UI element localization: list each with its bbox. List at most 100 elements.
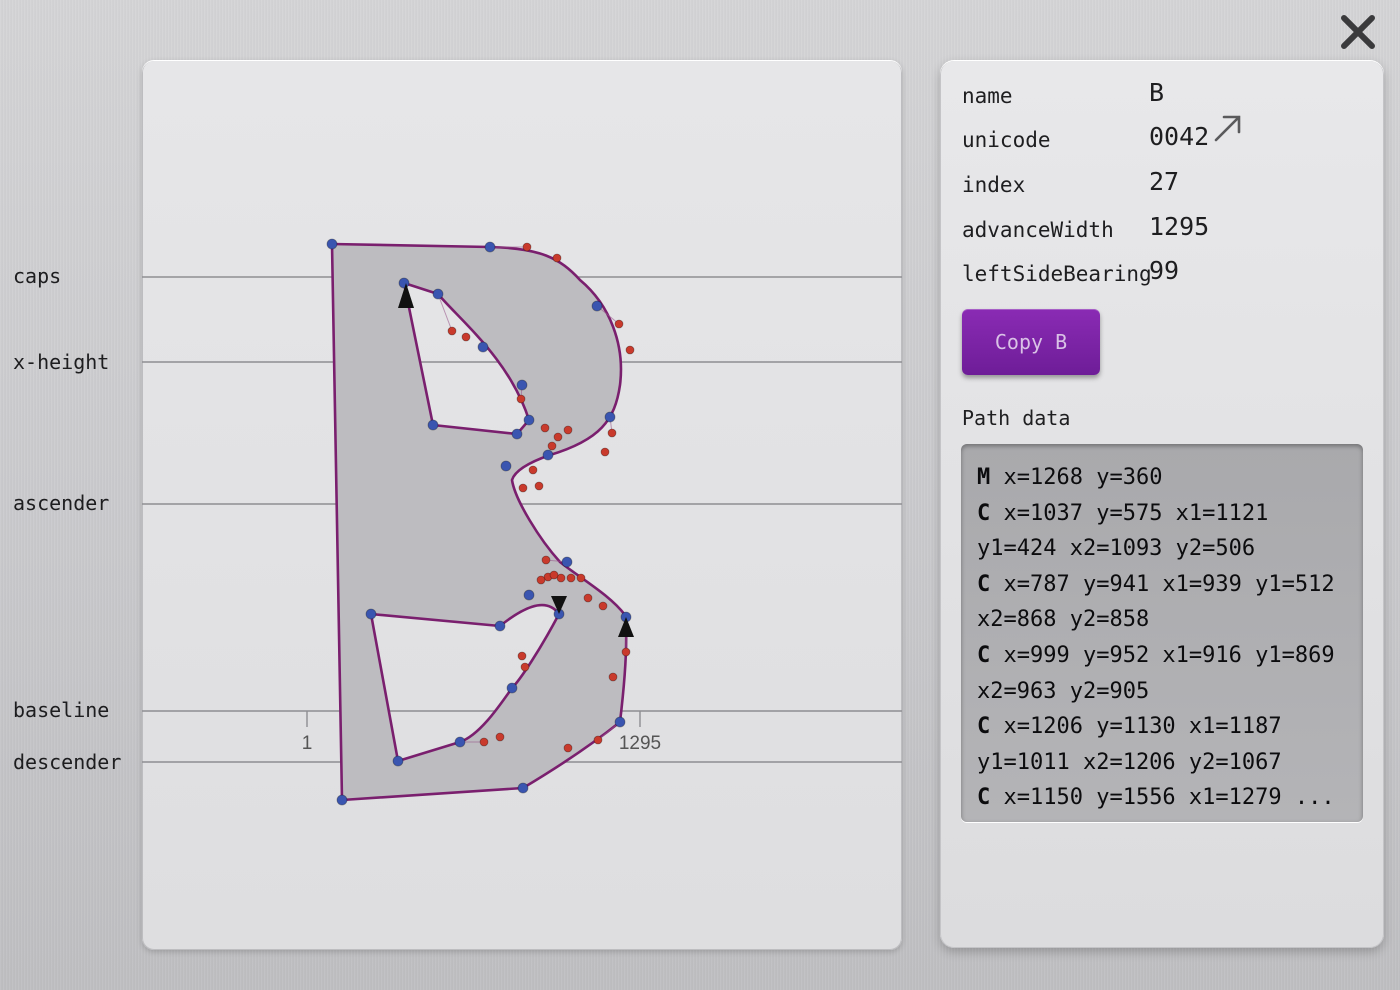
off-curve-point[interactable] [625,345,635,355]
off-curve-point[interactable] [461,332,471,342]
off-curve-point[interactable] [517,651,527,661]
off-curve-point[interactable] [547,441,557,451]
off-curve-point[interactable] [566,573,576,583]
close-icon [1341,15,1375,49]
path-args: x=999 y=952 x1=916 y1=869 [990,642,1335,668]
path-data-line: y1=424 x2=1093 y2=506 [977,531,1357,567]
path-data-line: C x=1150 y=1556 x1=1279 ... [977,780,1357,816]
off-curve-point[interactable] [495,732,505,742]
left-side-bearing-row: leftSideBearing 99 [962,256,1362,286]
off-curve-point[interactable] [600,447,610,457]
guide-label-caps: caps [13,264,62,288]
path-data-line: C x=787 y=941 x1=939 y1=512 [977,567,1357,603]
path-data-line: C x=1206 y=1130 x1=1187 [977,709,1357,745]
arrow-up-right-icon [1214,115,1241,142]
unicode-label: unicode [962,128,1051,152]
unicode-value: 0042 [1149,122,1210,151]
off-curve-point[interactable] [541,555,551,565]
path-command: C [977,571,991,597]
off-curve-point[interactable] [536,575,546,585]
off-curve-point[interactable] [576,573,586,583]
path-command: C [977,714,991,740]
on-curve-point[interactable] [561,556,573,568]
off-curve-point[interactable] [563,425,573,435]
path-args: y1=1011 x2=1206 y2=1067 [977,749,1282,775]
off-curve-point[interactable] [549,570,559,580]
path-data-heading: Path data [962,406,1071,430]
off-curve-point[interactable] [534,481,544,491]
glyph-outline-view[interactable]: 1 1295 [142,60,902,950]
on-curve-point[interactable] [614,716,626,728]
glyph-info-panel: name B unicode 0042 index 27 advanceWidt… [940,60,1384,948]
on-curve-point[interactable] [511,428,523,440]
off-curve-point[interactable] [608,672,618,682]
off-curve-point[interactable] [598,601,608,611]
on-curve-point[interactable] [516,379,528,391]
path-data-line: x2=868 y2=858 [977,602,1357,638]
advance-width-row: advanceWidth 1295 [962,212,1362,242]
name-value: B [1149,78,1165,107]
path-command: C [977,642,991,668]
path-command: C [977,500,991,526]
path-args: x=1150 y=1556 x1=1279 ... [990,785,1335,811]
path-args: x=1037 y=575 x1=1121 [990,500,1269,526]
on-curve-point[interactable] [500,460,512,472]
on-curve-point[interactable] [494,620,506,632]
off-curve-point[interactable] [540,423,550,433]
on-curve-point[interactable] [477,341,489,353]
on-curve-point[interactable] [517,782,529,794]
advance-width-value: 1295 [1149,212,1210,241]
guide-label-ascender: ascender [13,491,110,515]
index-value: 27 [1149,167,1180,196]
copy-glyph-button[interactable]: Copy B [962,309,1100,375]
off-curve-point[interactable] [528,465,538,475]
path-command: C [977,785,991,811]
off-curve-point[interactable] [583,593,593,603]
path-args: x=1206 y=1130 x1=1187 [990,714,1282,740]
off-curve-point[interactable] [520,662,530,672]
off-curve-point[interactable] [621,647,631,657]
off-curve-point[interactable] [607,428,617,438]
off-curve-point[interactable] [593,735,603,745]
on-curve-point[interactable] [523,589,535,601]
guide-label-descender: descender [13,750,122,774]
off-curve-point[interactable] [563,743,573,753]
on-curve-point[interactable] [542,449,554,461]
on-curve-point[interactable] [484,241,496,253]
unicode-link-button[interactable] [1212,112,1244,144]
on-curve-point[interactable] [398,277,410,289]
off-curve-point[interactable] [518,483,528,493]
off-curve-point[interactable] [516,394,526,404]
left-side-bearing-key: leftSideBearing [962,262,1152,286]
on-curve-point[interactable] [506,682,518,694]
on-curve-point[interactable] [523,414,535,426]
on-curve-point[interactable] [591,300,603,312]
off-curve-point[interactable] [552,253,562,263]
on-curve-point[interactable] [604,411,616,423]
on-curve-point[interactable] [454,736,466,748]
on-curve-point[interactable] [365,608,377,620]
on-curve-point[interactable] [326,238,338,250]
index-label: index [962,173,1026,197]
on-curve-point[interactable] [427,419,439,431]
glyph-fill [330,242,628,802]
off-curve-point[interactable] [447,326,457,336]
off-curve-point[interactable] [553,432,563,442]
advance-width-label: 1295 [619,733,661,754]
off-curve-point[interactable] [479,737,489,747]
name-label: name [962,84,1013,108]
path-data-line: x2=963 y2=905 [977,674,1357,710]
path-args: x2=868 y2=858 [977,607,1150,633]
path-data-text: M x=1268 y=360 C x=1037 y=575 x1=1121 y1=4… [977,460,1357,816]
path-data-box[interactable]: M x=1268 y=360 C x=1037 y=575 x1=1121 y1=4… [961,444,1363,822]
glyph-canvas[interactable]: 1 1295 [142,60,902,950]
close-button[interactable] [1336,10,1380,54]
on-curve-point[interactable] [336,794,348,806]
left-side-bearing-value: 99 [1149,256,1180,285]
path-data-line: C x=999 y=952 x1=916 y1=869 [977,638,1357,674]
on-curve-point[interactable] [392,755,404,767]
unicode-row: unicode 0042 [962,122,1362,152]
on-curve-point[interactable] [432,288,444,300]
off-curve-point[interactable] [614,319,624,329]
off-curve-point[interactable] [522,242,532,252]
